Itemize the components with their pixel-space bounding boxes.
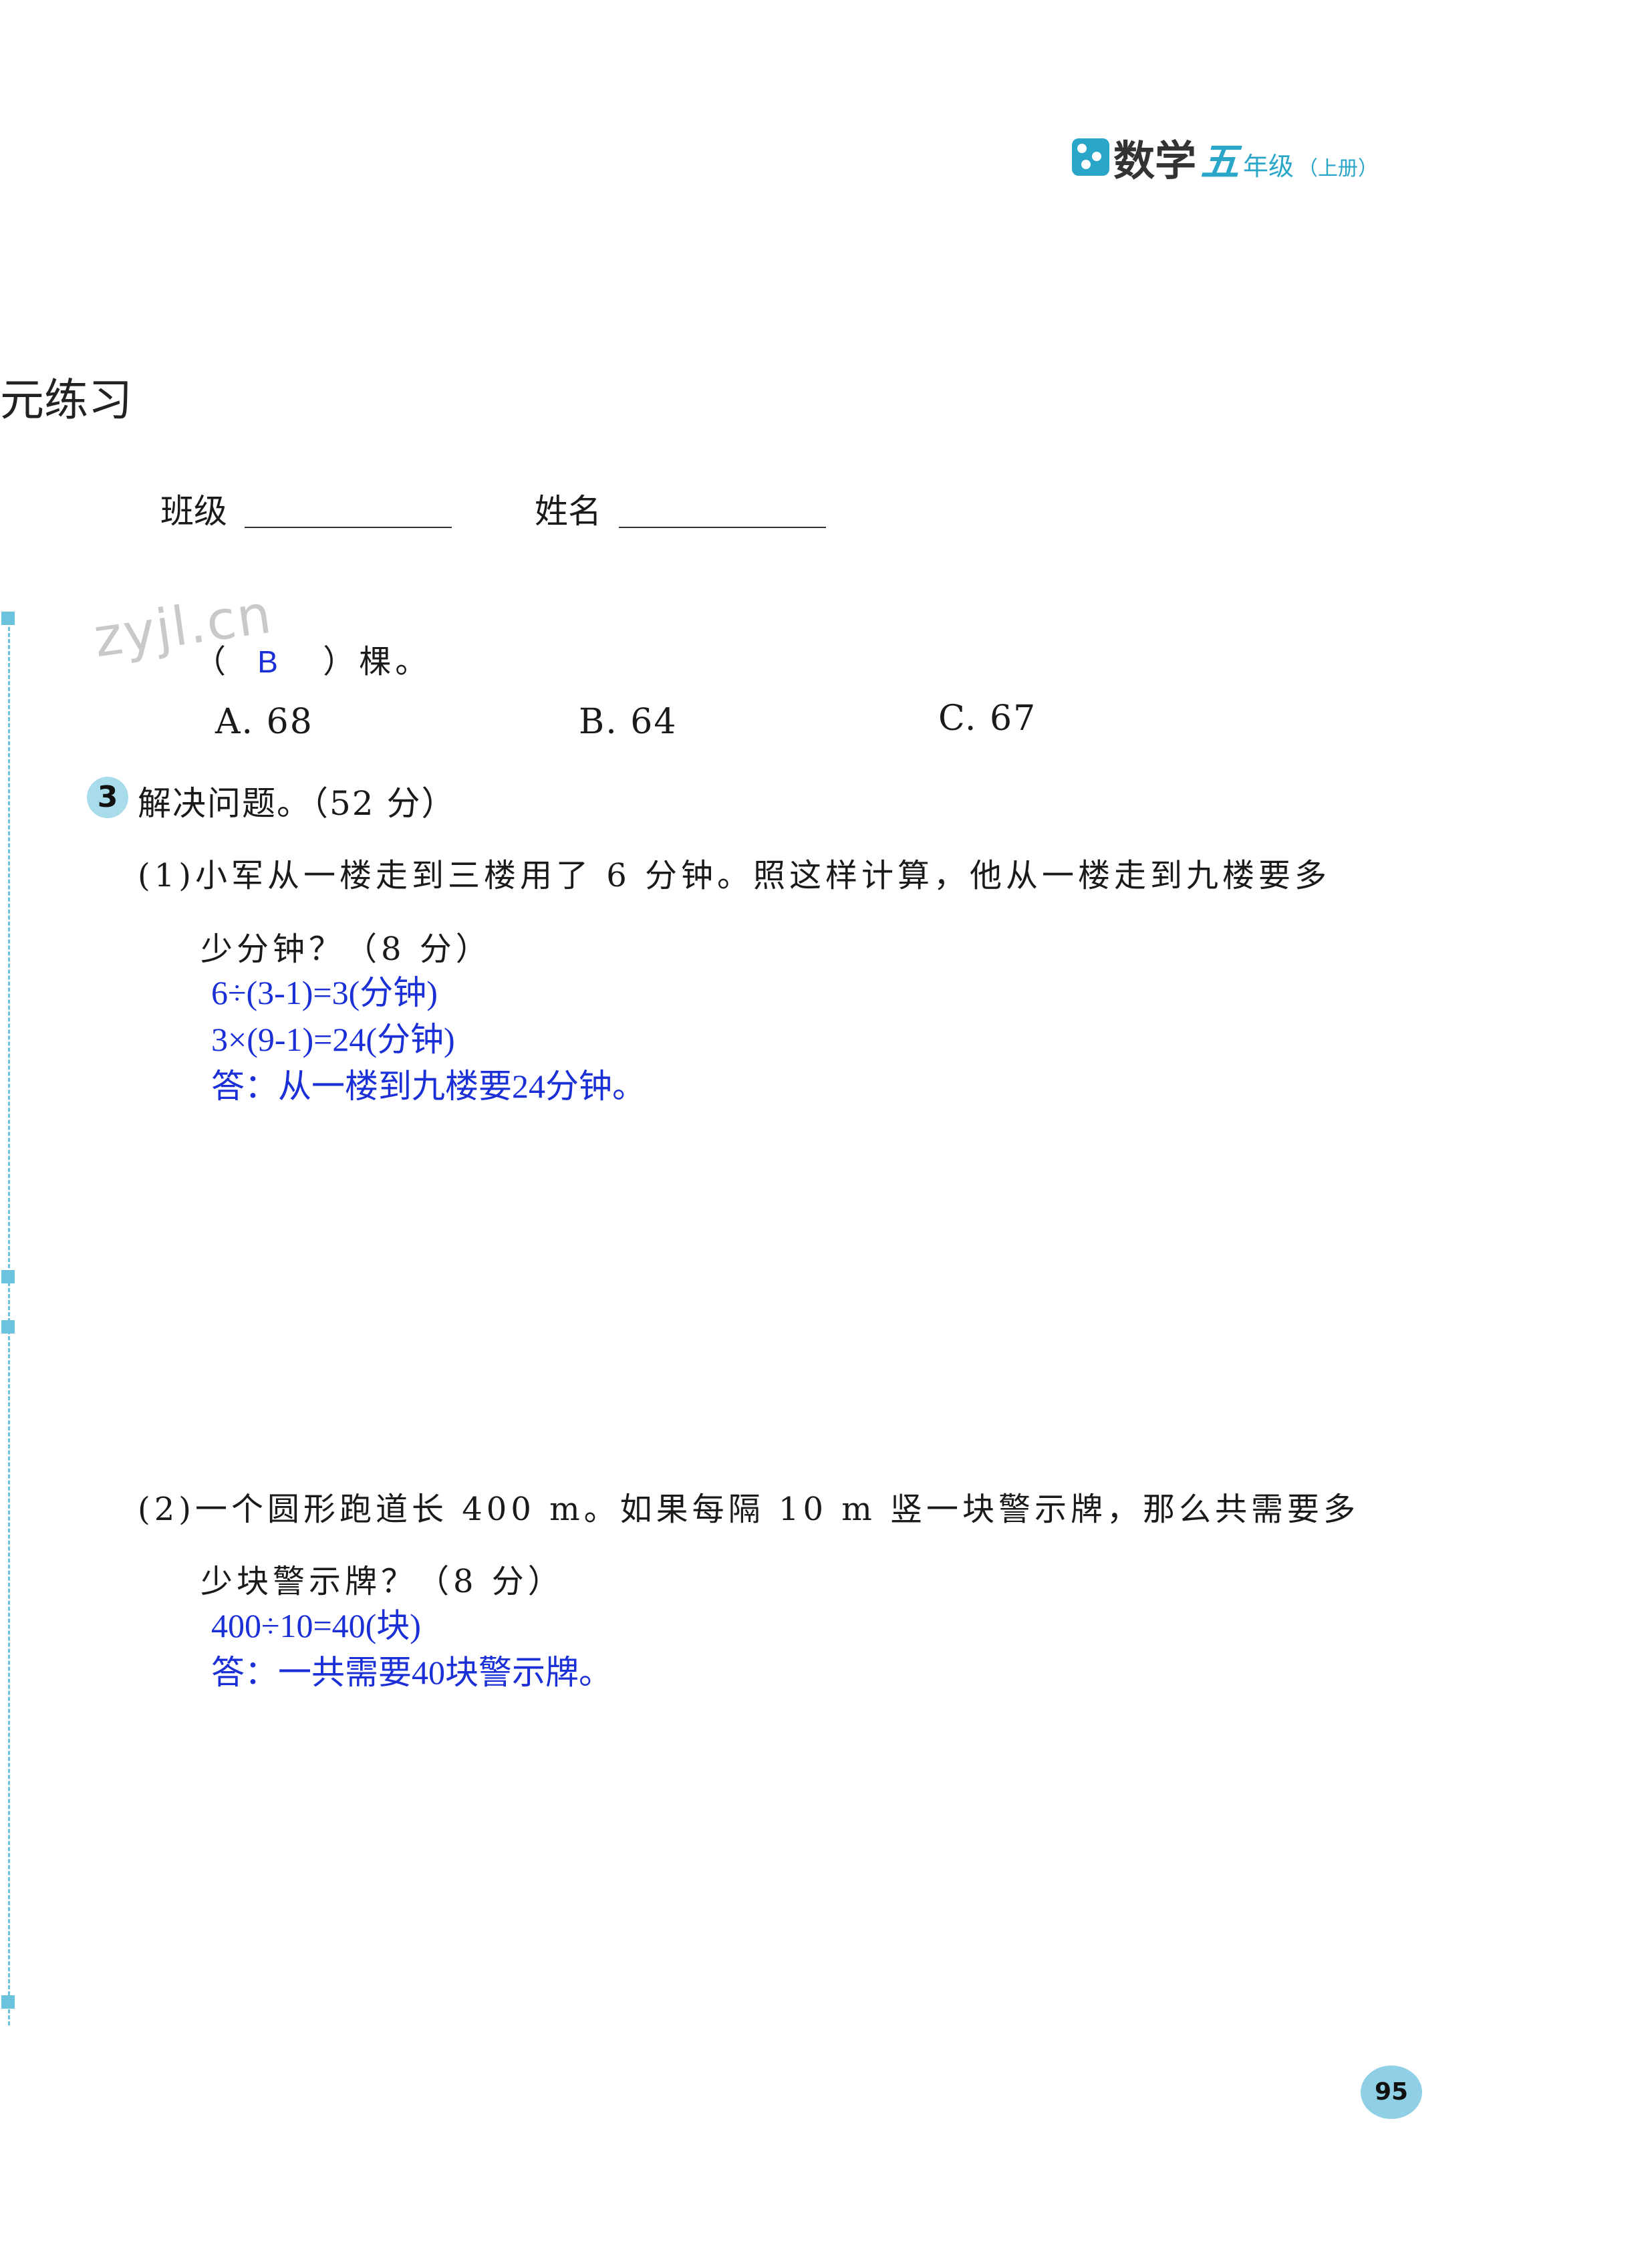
page-number: 95 bbox=[1361, 2065, 1422, 2119]
problem1-answer-step1: 6÷(3-1)=3(分钟) bbox=[211, 974, 438, 1011]
problem2-line1: (2)一个圆形跑道长 400 m。如果每隔 10 m 竖一块警示牌，那么共需要多 bbox=[138, 1491, 1360, 1528]
name-field[interactable] bbox=[619, 527, 826, 528]
grade-word: 年级 bbox=[1242, 152, 1294, 181]
section-title: 解决问题。（52 分） bbox=[138, 784, 456, 823]
answer-choice-b: B bbox=[257, 644, 282, 679]
margin-mark bbox=[1, 612, 15, 625]
subject-title: 数学 bbox=[1113, 136, 1196, 185]
section-number-badge: 3 bbox=[87, 777, 128, 818]
choice-a: A. 68 bbox=[215, 702, 313, 742]
problem2-line2: 少块警示牌？（8 分） bbox=[200, 1563, 564, 1600]
margin-mark bbox=[1, 1270, 15, 1283]
question-tail: （ B ）棵。 bbox=[194, 635, 431, 682]
problem1-answer-step2: 3×(9-1)=24(分钟) bbox=[211, 1021, 455, 1058]
problem1-answer-conclusion: 答：从一楼到九楼要24分钟。 bbox=[211, 1068, 646, 1105]
problem1-line2: 少分钟？（8 分） bbox=[200, 930, 492, 968]
problem2-answer-step1: 400÷10=40(块) bbox=[211, 1607, 421, 1644]
choice-b: B. 64 bbox=[579, 702, 678, 742]
margin-mark bbox=[1, 1320, 15, 1334]
question-tail-text: ）棵。 bbox=[323, 643, 432, 680]
name-label: 姓名 bbox=[535, 492, 601, 531]
problem1-line1: (1)小军从一楼走到三楼用了 6 分钟。照这样计算，他从一楼走到九楼要多 bbox=[138, 857, 1331, 894]
unit-title: 元练习 bbox=[0, 374, 132, 426]
problem2-answer-conclusion: 答：一共需要40块警示牌。 bbox=[211, 1654, 612, 1691]
dots-logo-icon bbox=[1071, 138, 1109, 176]
page-header: 数学 五 年级 （上册） bbox=[1071, 127, 1378, 187]
margin-mark bbox=[1, 1995, 15, 2009]
class-label: 班级 bbox=[160, 492, 227, 531]
class-field[interactable] bbox=[245, 527, 452, 528]
volume-label: （上册） bbox=[1298, 157, 1378, 180]
open-paren: （ bbox=[194, 643, 231, 680]
grade-number: 五 bbox=[1200, 139, 1239, 184]
choice-c: C. 67 bbox=[938, 699, 1037, 739]
